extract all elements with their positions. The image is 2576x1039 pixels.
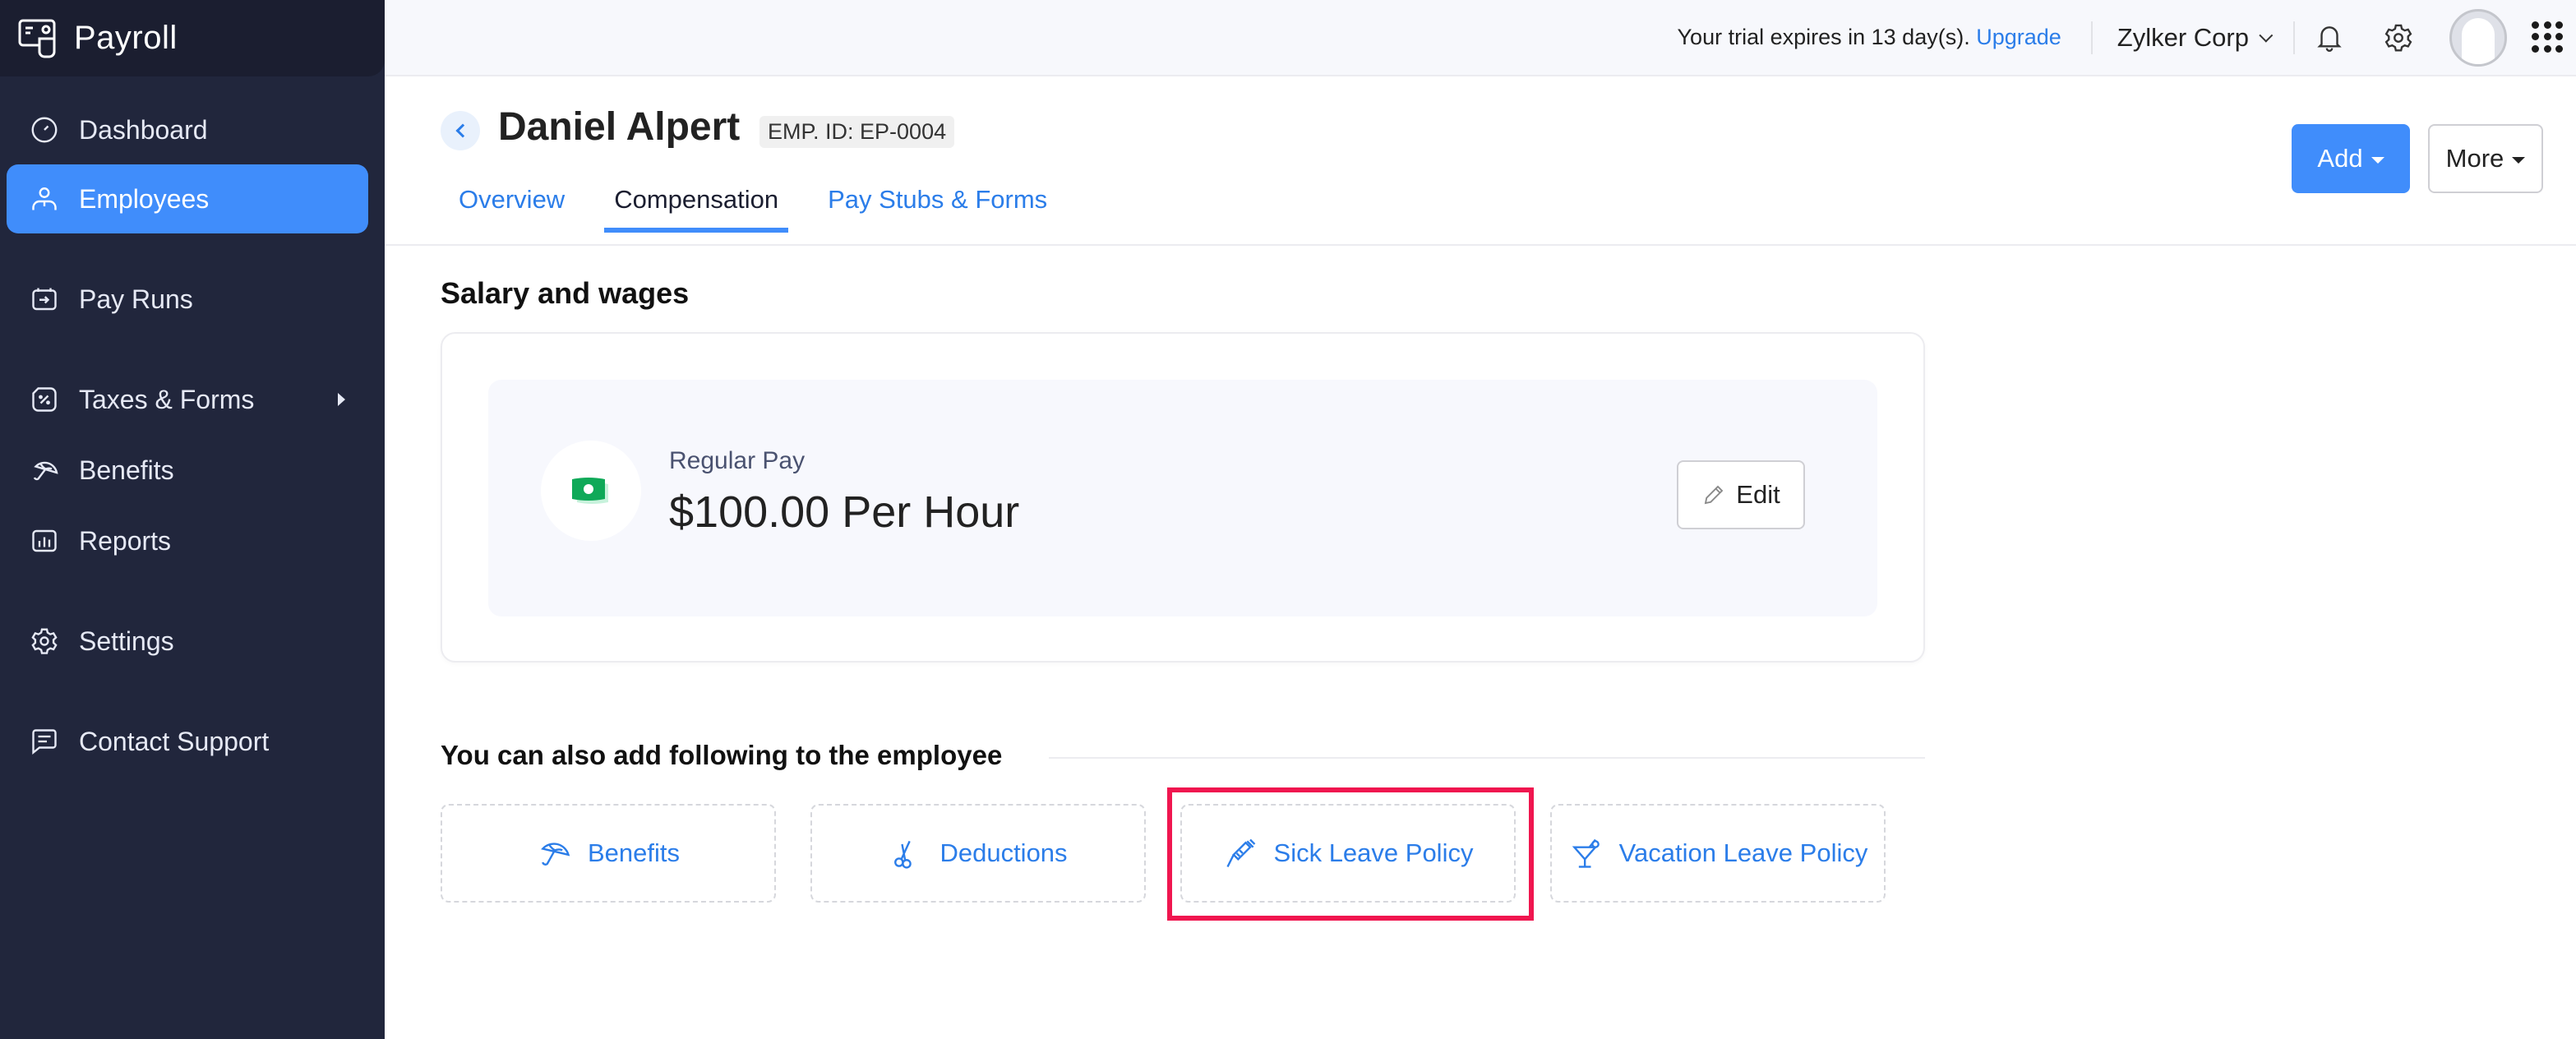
topbar: Your trial expires in 13 day(s). Upgrade… bbox=[385, 0, 2576, 76]
scissors-icon bbox=[894, 840, 912, 869]
sidebar-item-label: Settings bbox=[79, 626, 174, 656]
percent-tag-icon bbox=[28, 383, 61, 416]
regular-pay-panel: Regular Pay $100.00 Per Hour Edit bbox=[488, 380, 1877, 616]
cash-icon bbox=[572, 478, 608, 504]
sidebar-item-taxes-forms[interactable]: Taxes & Forms bbox=[7, 365, 368, 434]
payrun-calendar-icon bbox=[28, 283, 61, 316]
umbrella-icon bbox=[541, 843, 570, 866]
trial-text: Your trial expires in 13 day(s). bbox=[1677, 25, 1970, 49]
divider bbox=[2090, 21, 2093, 54]
add-benefits-card[interactable]: Benefits bbox=[441, 804, 776, 903]
bar-chart-icon bbox=[28, 524, 61, 557]
add-sick-leave-policy-card[interactable]: Sick Leave Policy bbox=[1180, 804, 1516, 903]
sidebar-item-dashboard[interactable]: Dashboard bbox=[7, 95, 368, 164]
sidebar-item-label: Contact Support bbox=[79, 726, 270, 756]
employee-name: Daniel Alpert bbox=[498, 105, 741, 149]
chat-icon bbox=[28, 725, 61, 758]
card-label: Vacation Leave Policy bbox=[1618, 838, 1868, 867]
sidebar-item-contact-support[interactable]: Contact Support bbox=[7, 707, 368, 776]
upgrade-link[interactable]: Upgrade bbox=[1976, 25, 2061, 49]
syringe-icon bbox=[1226, 838, 1255, 868]
chevron-down-icon bbox=[2259, 28, 2274, 43]
umbrella-icon bbox=[28, 454, 61, 487]
more-button-label: More bbox=[2445, 144, 2504, 173]
add-deductions-card[interactable]: Deductions bbox=[810, 804, 1146, 903]
cash-icon-wrapper bbox=[541, 441, 641, 541]
sidebar-item-label: Dashboard bbox=[79, 114, 208, 145]
sidebar-item-settings[interactable]: Settings bbox=[7, 607, 368, 676]
caret-down-icon bbox=[2512, 157, 2526, 164]
gauge-icon bbox=[28, 113, 61, 146]
trial-notice: Your trial expires in 13 day(s). Upgrade bbox=[1678, 25, 2061, 50]
card-label: Sick Leave Policy bbox=[1273, 838, 1474, 867]
apps-grid-icon[interactable] bbox=[2532, 21, 2564, 54]
caret-down-icon bbox=[2371, 157, 2384, 164]
employee-header: Daniel Alpert EMP. ID: EP-0004 Overview … bbox=[385, 78, 2576, 246]
salary-section-title: Salary and wages bbox=[441, 276, 690, 310]
gear-icon bbox=[28, 625, 61, 658]
brand[interactable]: Payroll bbox=[0, 0, 385, 76]
more-button[interactable]: More bbox=[2428, 124, 2543, 193]
tab-pay-stubs-forms[interactable]: Pay Stubs & Forms bbox=[818, 185, 1057, 231]
sidebar-item-label: Pay Runs bbox=[79, 284, 193, 314]
tab-overview[interactable]: Overview bbox=[449, 185, 575, 231]
card-label: Deductions bbox=[939, 838, 1068, 867]
add-vacation-leave-policy-card[interactable]: Vacation Leave Policy bbox=[1550, 804, 1886, 903]
sidebar-item-reports[interactable]: Reports bbox=[7, 506, 368, 575]
edit-label: Edit bbox=[1736, 480, 1780, 509]
employee-id-badge: EMP. ID: EP-0004 bbox=[759, 116, 955, 148]
edit-pay-button[interactable]: Edit bbox=[1677, 460, 1805, 529]
tab-compensation[interactable]: Compensation bbox=[604, 185, 789, 233]
org-name: Zylker Corp bbox=[2117, 22, 2249, 52]
bell-icon[interactable] bbox=[2311, 20, 2347, 56]
salary-card: Regular Pay $100.00 Per Hour Edit bbox=[441, 332, 1925, 663]
sidebar: Payroll Dashboard Employees Pay Runs Tax bbox=[0, 0, 385, 1039]
sidebar-item-pay-runs[interactable]: Pay Runs bbox=[7, 265, 368, 334]
cocktail-icon bbox=[1572, 838, 1600, 868]
org-switcher[interactable]: Zylker Corp bbox=[2117, 22, 2274, 53]
payroll-app: Payroll Dashboard Employees Pay Runs Tax bbox=[0, 0, 2576, 1039]
regular-pay-value: $100.00 Per Hour bbox=[669, 487, 1020, 537]
back-button[interactable] bbox=[441, 111, 480, 150]
sidebar-item-employees[interactable]: Employees bbox=[7, 164, 368, 233]
employee-tabs: Overview Compensation Pay Stubs & Forms bbox=[449, 185, 1087, 233]
card-label: Benefits bbox=[587, 838, 680, 867]
add-button-label: Add bbox=[2317, 144, 2363, 173]
add-button[interactable]: Add bbox=[2292, 124, 2410, 193]
user-icon bbox=[28, 182, 61, 215]
pencil-icon bbox=[1705, 485, 1724, 505]
sidebar-item-label: Taxes & Forms bbox=[79, 384, 255, 414]
sidebar-item-label: Reports bbox=[79, 525, 172, 556]
sidebar-item-benefits[interactable]: Benefits bbox=[7, 436, 368, 505]
app-name: Payroll bbox=[74, 20, 178, 56]
regular-pay-label: Regular Pay bbox=[669, 447, 806, 474]
chevron-left-icon bbox=[455, 123, 469, 138]
submenu-caret-icon bbox=[338, 393, 345, 406]
payroll-logo-icon bbox=[18, 19, 56, 58]
divider bbox=[1049, 757, 1925, 759]
sidebar-item-label: Benefits bbox=[79, 455, 174, 485]
sidebar-item-label: Employees bbox=[79, 183, 210, 214]
also-add-title: You can also add following to the employ… bbox=[441, 740, 1003, 770]
avatar[interactable] bbox=[2449, 8, 2507, 67]
divider bbox=[2293, 21, 2295, 54]
settings-gear-icon[interactable] bbox=[2380, 20, 2417, 56]
